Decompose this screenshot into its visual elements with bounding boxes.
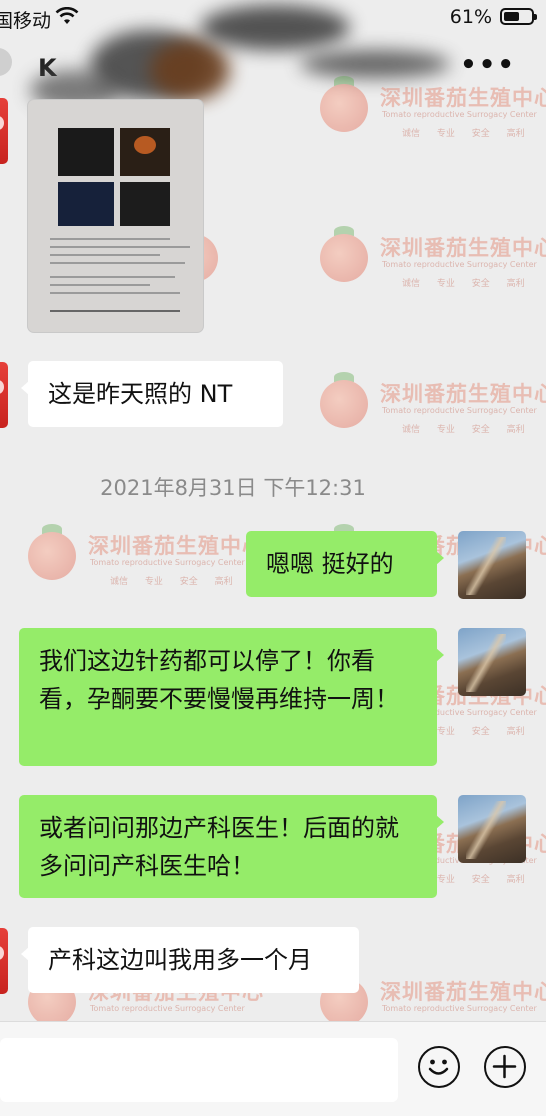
watermark-tags: 诚信 专业 安全 高利 — [402, 425, 525, 435]
input-bar — [0, 1021, 546, 1116]
watermark-english: Tomato reproductive Surrogacy Center — [382, 406, 537, 415]
watermark-name: 深圳番茄生殖中心 — [380, 236, 546, 260]
message-text: 这是昨天照的 NT — [48, 380, 233, 408]
sent-message[interactable]: 我们这边针药都可以停了！你看看，孕酮要不要慢慢再维持一周！ — [19, 628, 444, 766]
back-button[interactable] — [0, 48, 12, 76]
sent-message[interactable]: 嗯嗯 挺好的 — [246, 531, 444, 597]
watermark-tags: 诚信 专业 安全 高利 — [402, 279, 525, 289]
smiley-icon[interactable] — [418, 1046, 460, 1088]
contact-avatar[interactable] — [0, 928, 8, 994]
image-message[interactable] — [28, 100, 203, 332]
privacy-blur — [150, 40, 230, 100]
message-text: 产科这边叫我用多一个月 — [48, 946, 312, 974]
user-avatar[interactable] — [458, 628, 526, 696]
carrier-label: 国移动 — [0, 10, 52, 32]
privacy-blur — [200, 5, 350, 50]
watermark-name: 深圳番茄生殖中心 — [88, 534, 264, 558]
battery-percent: 61% — [449, 6, 492, 28]
watermark-tags: 诚信 专业 安全 高利 — [110, 577, 233, 587]
received-message[interactable]: 这是昨天照的 NT — [21, 361, 283, 427]
watermark-english: Tomato reproductive Surrogacy Center — [382, 260, 537, 269]
wifi-icon — [55, 6, 79, 30]
user-avatar[interactable] — [458, 531, 526, 599]
privacy-blur — [300, 50, 450, 78]
message-text: 我们这边针药都可以停了！你看看，孕酮要不要慢慢再维持一周！ — [39, 647, 399, 713]
message-text: 或者问问那边产科医生！后面的就多问问产科医生哈！ — [39, 814, 399, 880]
battery-icon — [500, 8, 537, 25]
plus-icon[interactable] — [484, 1046, 526, 1088]
watermark-english: Tomato reproductive Surrogacy Center — [382, 1004, 537, 1013]
watermark-name: 深圳番茄生殖中心 — [380, 382, 546, 406]
timestamp: 2021年8月31日 下午12:31 — [100, 476, 366, 500]
user-avatar[interactable] — [458, 795, 526, 863]
watermark-english: Tomato reproductive Surrogacy Center — [382, 110, 537, 119]
received-message[interactable]: 产科这边叫我用多一个月 — [21, 927, 359, 993]
sent-message[interactable]: 或者问问那边产科医生！后面的就多问问产科医生哈！ — [19, 795, 444, 898]
watermark-name: 深圳番茄生殖中心 — [380, 980, 546, 1004]
more-options-button[interactable]: ••• — [460, 50, 516, 80]
contact-avatar[interactable] — [0, 98, 8, 164]
watermark-english: Tomato reproductive Surrogacy Center — [90, 558, 245, 567]
message-input[interactable] — [0, 1038, 398, 1102]
watermark-tags: 诚信 专业 安全 高利 — [402, 129, 525, 139]
message-text: 嗯嗯 挺好的 — [266, 550, 394, 578]
watermark-english: Tomato reproductive Surrogacy Center — [90, 1004, 245, 1013]
contact-avatar[interactable] — [0, 362, 8, 428]
